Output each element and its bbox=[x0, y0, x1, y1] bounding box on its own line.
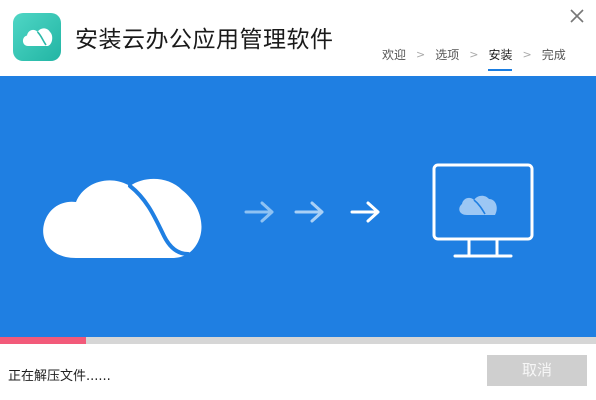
step-separator: > bbox=[469, 48, 479, 61]
cloud-icon bbox=[43, 178, 202, 258]
step-separator: > bbox=[416, 48, 426, 61]
status-text: 正在解压文件...... bbox=[8, 369, 111, 384]
step-options: 选项 bbox=[435, 48, 460, 62]
monitor-icon bbox=[432, 163, 534, 258]
close-icon bbox=[570, 9, 584, 23]
progress-bar bbox=[0, 337, 596, 344]
step-welcome: 欢迎 bbox=[382, 48, 407, 62]
title-bar: 安装云办公应用管理软件 欢迎 > 选项 > 安装 > 完成 bbox=[0, 0, 596, 76]
install-banner bbox=[0, 76, 596, 337]
window-title: 安装云办公应用管理软件 bbox=[75, 27, 334, 53]
close-button[interactable] bbox=[563, 4, 591, 28]
footer: 正在解压文件...... 取消 bbox=[0, 344, 596, 400]
cloud-logo-icon bbox=[22, 28, 53, 46]
step-indicator: 欢迎 > 选项 > 安装 > 完成 bbox=[382, 46, 566, 72]
transfer-arrows bbox=[244, 201, 380, 223]
arrow-right-icon bbox=[350, 201, 380, 223]
step-install: 安装 bbox=[488, 46, 513, 72]
app-logo bbox=[13, 13, 61, 61]
progress-fill bbox=[0, 337, 87, 344]
arrow-right-icon bbox=[294, 201, 324, 223]
cancel-button[interactable]: 取消 bbox=[487, 355, 587, 386]
arrow-right-icon bbox=[244, 201, 274, 223]
step-finish: 完成 bbox=[541, 48, 566, 62]
step-separator: > bbox=[522, 48, 532, 61]
